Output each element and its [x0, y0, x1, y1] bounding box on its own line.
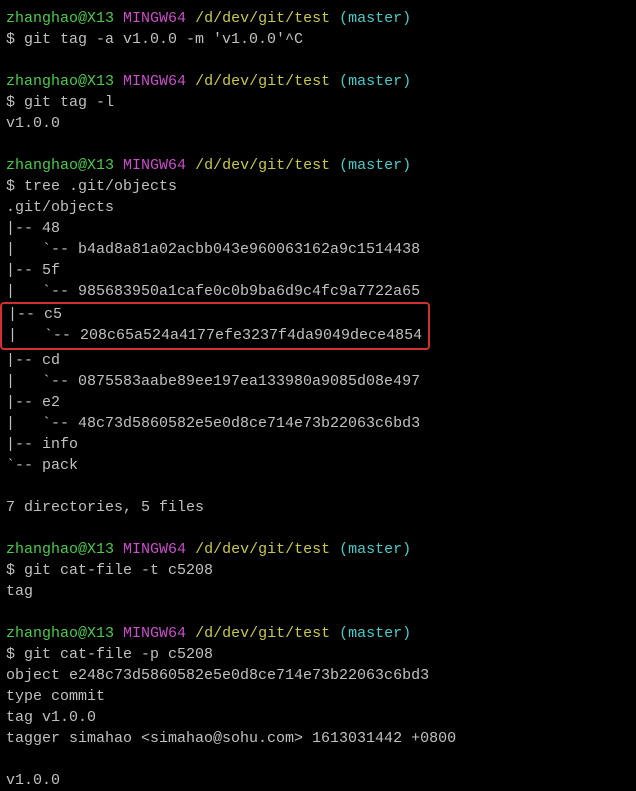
- command-line[interactable]: $ git tag -a v1.0.0 -m 'v1.0.0'^C: [6, 29, 630, 50]
- prompt-path: /d/dev/git/test: [195, 10, 330, 27]
- tree-line-prefix: |--: [8, 306, 44, 323]
- prompt-env: MINGW64: [123, 10, 186, 27]
- tree-line: | `-- 985683950a1cafe0c0b9ba6d9c4fc9a772…: [6, 281, 630, 302]
- blank-line: [6, 749, 630, 770]
- prompt-line: zhanghao@X13 MINGW64 /d/dev/git/test (ma…: [6, 623, 630, 644]
- tree-line: | `-- 0875583aabe89ee197ea133980a9085d08…: [6, 371, 630, 392]
- tree-line: `-- pack: [6, 455, 630, 476]
- command-text: git cat-file -p c5208: [24, 646, 213, 663]
- prompt-env: MINGW64: [123, 541, 186, 558]
- tree-root: .git/objects: [6, 197, 630, 218]
- prompt-symbol: $: [6, 646, 24, 663]
- prompt-env: MINGW64: [123, 73, 186, 90]
- prompt-path: /d/dev/git/test: [195, 625, 330, 642]
- command-line[interactable]: $ tree .git/objects: [6, 176, 630, 197]
- tree-line: |-- info: [6, 434, 630, 455]
- blank-line: [6, 476, 630, 497]
- prompt-symbol: $: [6, 562, 24, 579]
- prompt-symbol: $: [6, 178, 24, 195]
- prompt-line: zhanghao@X13 MINGW64 /d/dev/git/test (ma…: [6, 71, 630, 92]
- prompt-branch: (master): [339, 157, 411, 174]
- tree-line: |-- cd: [6, 350, 630, 371]
- prompt-path: /d/dev/git/test: [195, 157, 330, 174]
- prompt-env: MINGW64: [123, 625, 186, 642]
- output-line: tagger simahao <simahao@sohu.com> 161303…: [6, 728, 630, 749]
- command-line[interactable]: $ git cat-file -t c5208: [6, 560, 630, 581]
- blank-line: [6, 602, 630, 623]
- prompt-user: zhanghao@X13: [6, 10, 114, 27]
- tree-line-content: c5: [44, 306, 62, 323]
- output-line: tag v1.0.0: [6, 707, 630, 728]
- prompt-line: zhanghao@X13 MINGW64 /d/dev/git/test (ma…: [6, 539, 630, 560]
- prompt-line: zhanghao@X13 MINGW64 /d/dev/git/test (ma…: [6, 155, 630, 176]
- command-text: tree .git/objects: [24, 178, 177, 195]
- command-text: git tag -l: [24, 94, 114, 111]
- command-line[interactable]: $ git tag -l: [6, 92, 630, 113]
- output-line: object e248c73d5860582e5e0d8ce714e73b220…: [6, 665, 630, 686]
- tree-line: | `-- 48c73d5860582e5e0d8ce714e73b22063c…: [6, 413, 630, 434]
- output-line: tag: [6, 581, 630, 602]
- prompt-env: MINGW64: [123, 157, 186, 174]
- tree-line: | `-- b4ad8a81a02acbb043e960063162a9c151…: [6, 239, 630, 260]
- output-line: type commit: [6, 686, 630, 707]
- tree-line: |-- 5f: [6, 260, 630, 281]
- prompt-line: zhanghao@X13 MINGW64 /d/dev/git/test (ma…: [6, 8, 630, 29]
- prompt-branch: (master): [339, 10, 411, 27]
- output-line: v1.0.0: [6, 770, 630, 791]
- tree-line: |-- e2: [6, 392, 630, 413]
- tree-summary: 7 directories, 5 files: [6, 497, 630, 518]
- prompt-symbol: $: [6, 31, 24, 48]
- blank-line: [6, 134, 630, 155]
- prompt-branch: (master): [339, 541, 411, 558]
- tree-line-content: 208c65a524a4177efe3237f4da9049dece4854: [80, 327, 422, 344]
- blank-line: [6, 518, 630, 539]
- prompt-user: zhanghao@X13: [6, 157, 114, 174]
- prompt-user: zhanghao@X13: [6, 541, 114, 558]
- prompt-path: /d/dev/git/test: [195, 541, 330, 558]
- highlight-box: |-- c5 | `-- 208c65a524a4177efe3237f4da90…: [6, 302, 630, 350]
- prompt-path: /d/dev/git/test: [195, 73, 330, 90]
- prompt-symbol: $: [6, 94, 24, 111]
- prompt-user: zhanghao@X13: [6, 73, 114, 90]
- prompt-branch: (master): [339, 73, 411, 90]
- blank-line: [6, 50, 630, 71]
- command-text: git cat-file -t c5208: [24, 562, 213, 579]
- prompt-branch: (master): [339, 625, 411, 642]
- output-line: v1.0.0: [6, 113, 630, 134]
- prompt-user: zhanghao@X13: [6, 625, 114, 642]
- command-line[interactable]: $ git cat-file -p c5208: [6, 644, 630, 665]
- tree-line: |-- 48: [6, 218, 630, 239]
- tree-line-prefix: | `--: [8, 327, 80, 344]
- command-text: git tag -a v1.0.0 -m 'v1.0.0'^C: [24, 31, 303, 48]
